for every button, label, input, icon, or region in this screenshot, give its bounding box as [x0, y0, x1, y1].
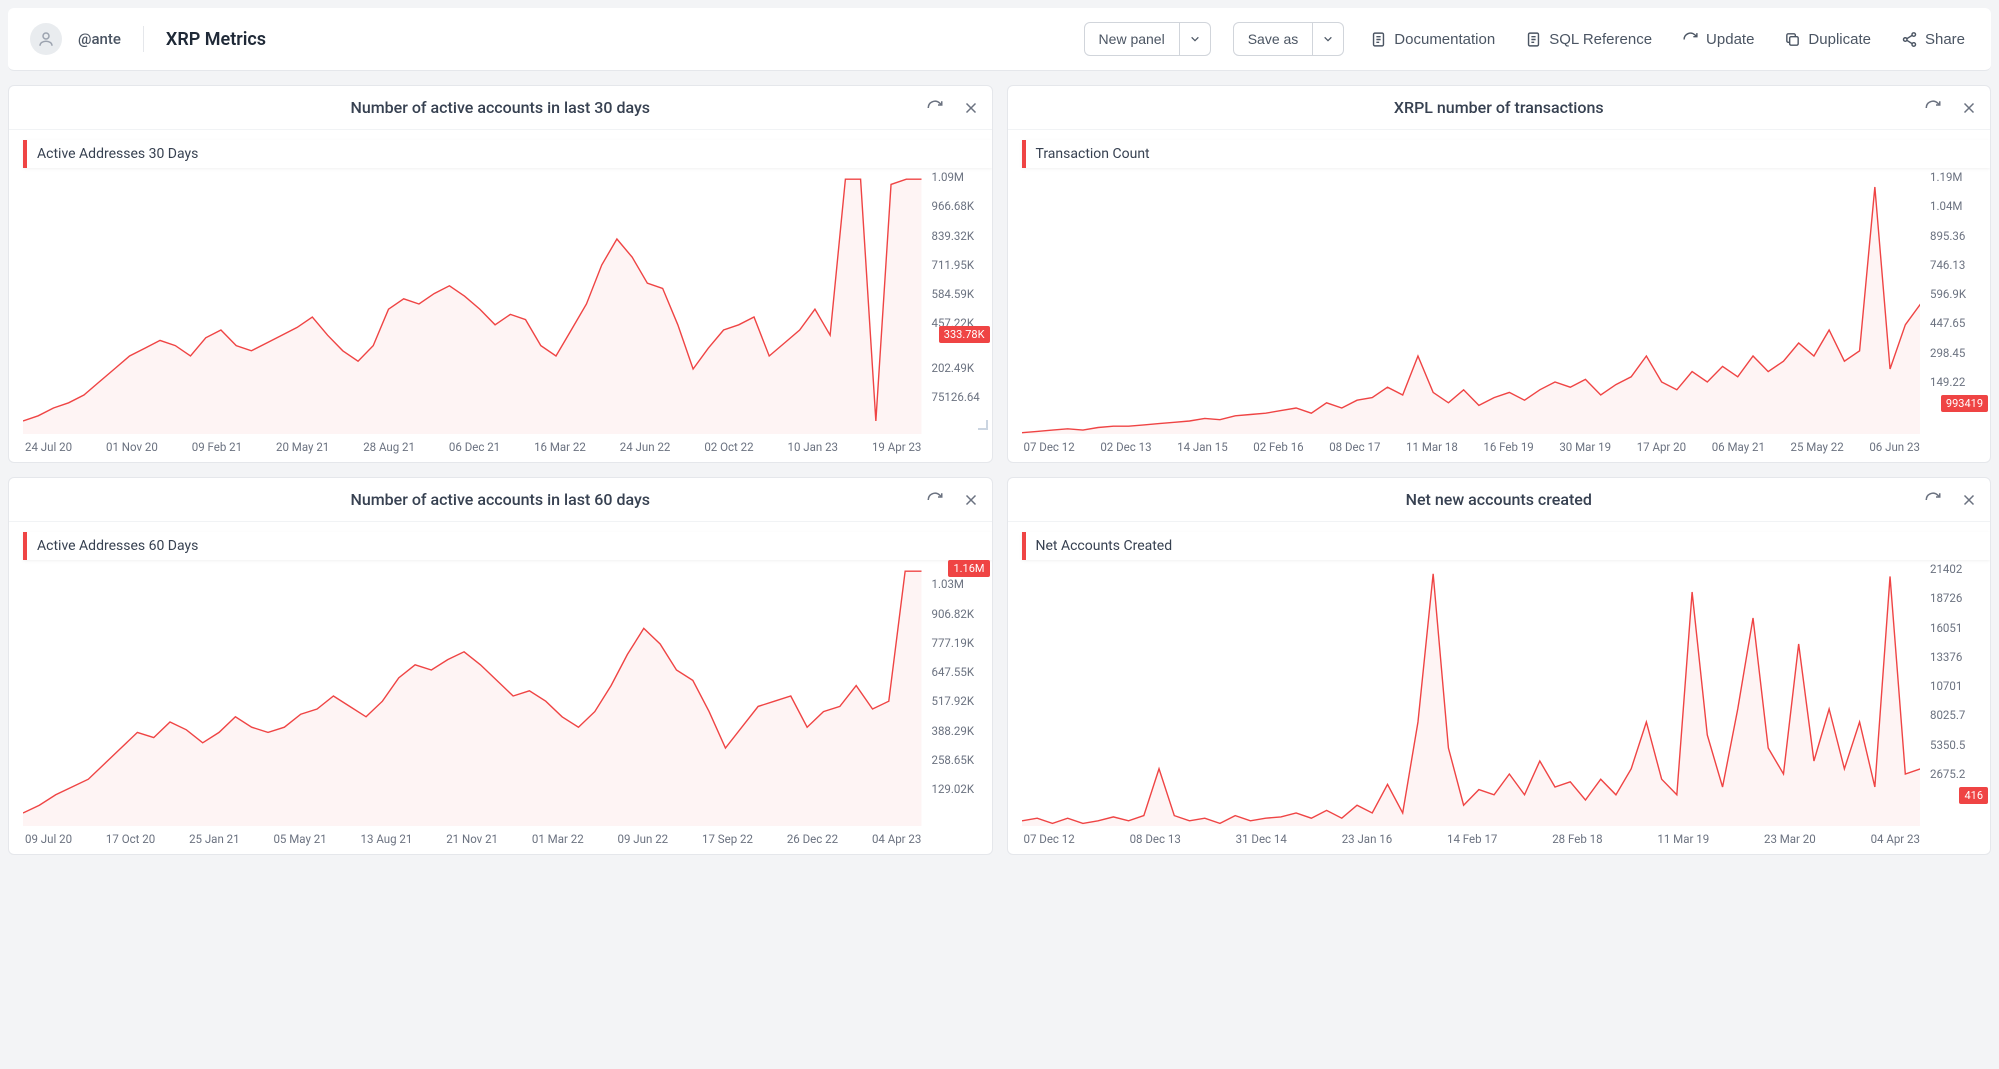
sql-reference-label: SQL Reference [1549, 31, 1652, 48]
close-icon [1960, 491, 1978, 509]
update-label: Update [1706, 31, 1754, 48]
series-legend: Active Addresses 60 Days [23, 532, 992, 560]
close-panel-button[interactable] [962, 491, 980, 509]
chart-area[interactable]: 21402187261605113376107018025.75350.5267… [1008, 560, 1991, 826]
chart-panel: XRPL number of transactions Transaction … [1007, 85, 1992, 463]
panel-title: Net new accounts created [1406, 490, 1592, 509]
documentation-link[interactable]: Documentation [1366, 25, 1499, 54]
panel-title: XRPL number of transactions [1394, 98, 1604, 117]
duplicate-label: Duplicate [1808, 31, 1871, 48]
panel-title: Number of active accounts in last 60 day… [350, 490, 650, 509]
app-header: @ante XRP Metrics New panel Save as Docu… [8, 8, 1991, 71]
new-panel-dropdown[interactable] [1180, 22, 1211, 56]
close-panel-button[interactable] [1960, 99, 1978, 117]
refresh-panel-button[interactable] [926, 99, 944, 117]
chart-panel: Number of active accounts in last 60 day… [8, 477, 993, 855]
resize-handle[interactable] [978, 420, 988, 430]
document-icon [1370, 31, 1387, 48]
panel-header: Number of active accounts in last 60 day… [9, 478, 992, 522]
refresh-icon [1924, 491, 1942, 509]
share-icon [1901, 31, 1918, 48]
current-value-badge: 993419 [1941, 395, 1988, 412]
series-legend: Transaction Count [1022, 140, 1991, 168]
share-label: Share [1925, 31, 1965, 48]
refresh-panel-button[interactable] [926, 491, 944, 509]
username[interactable]: @ante [78, 30, 121, 48]
chart-area[interactable]: 1.19M1.04M895.36746.13596.9K447.65298.45… [1008, 168, 1991, 434]
update-button[interactable]: Update [1678, 25, 1758, 54]
document-icon [1525, 31, 1542, 48]
refresh-panel-button[interactable] [1924, 491, 1942, 509]
chart-area[interactable]: 1.03M906.82K777.19K647.55K517.92K388.29K… [9, 560, 992, 826]
new-panel-button[interactable]: New panel [1084, 22, 1180, 56]
chart-panel: Number of active accounts in last 30 day… [8, 85, 993, 463]
chevron-down-icon [1323, 34, 1333, 44]
close-panel-button[interactable] [1960, 491, 1978, 509]
current-value-badge: 416 [1959, 787, 1988, 804]
save-as-dropdown[interactable] [1313, 22, 1344, 56]
sql-reference-link[interactable]: SQL Reference [1521, 25, 1656, 54]
x-axis-ticks: 07 Dec 1202 Dec 1314 Jan 1502 Feb 1608 D… [1008, 434, 1991, 462]
documentation-label: Documentation [1394, 31, 1495, 48]
refresh-panel-button[interactable] [1924, 99, 1942, 117]
user-avatar[interactable] [30, 23, 62, 55]
x-axis-ticks: 07 Dec 1208 Dec 1331 Dec 1423 Jan 1614 F… [1008, 826, 1991, 854]
chevron-down-icon [1190, 34, 1200, 44]
duplicate-button[interactable]: Duplicate [1780, 25, 1875, 54]
panel-header: Net new accounts created [1008, 478, 1991, 522]
save-as-button[interactable]: Save as [1233, 22, 1314, 56]
panel-header: Number of active accounts in last 30 day… [9, 86, 992, 130]
current-value-badge: 1.16M [948, 560, 989, 577]
x-axis-ticks: 09 Jul 2017 Oct 2025 Jan 2105 May 2113 A… [9, 826, 992, 854]
panel-header: XRPL number of transactions [1008, 86, 1991, 130]
y-axis-ticks: 1.19M1.04M895.36746.13596.9K447.65298.45… [1924, 168, 1990, 406]
refresh-icon [926, 99, 944, 117]
panels-grid: Number of active accounts in last 30 day… [0, 71, 1999, 863]
y-axis-ticks: 1.03M906.82K777.19K647.55K517.92K388.29K… [926, 560, 992, 798]
y-axis-ticks: 1.09M966.68K839.32K711.95K584.59K457.22K… [926, 168, 992, 406]
close-panel-button[interactable] [962, 99, 980, 117]
close-icon [1960, 99, 1978, 117]
y-axis-ticks: 21402187261605113376107018025.75350.5267… [1924, 560, 1990, 798]
panel-title: Number of active accounts in last 30 day… [350, 98, 650, 117]
series-legend: Active Addresses 30 Days [23, 140, 992, 168]
duplicate-icon [1784, 31, 1801, 48]
close-icon [962, 99, 980, 117]
share-button[interactable]: Share [1897, 25, 1969, 54]
close-icon [962, 491, 980, 509]
x-axis-ticks: 24 Jul 2001 Nov 2009 Feb 2120 May 2128 A… [9, 434, 992, 462]
divider [143, 26, 144, 52]
page-title: XRP Metrics [166, 29, 266, 50]
series-legend: Net Accounts Created [1022, 532, 1991, 560]
header-actions: New panel Save as Documentation SQL Refe… [1084, 22, 1969, 56]
refresh-icon [1682, 31, 1699, 48]
chart-area[interactable]: 1.09M966.68K839.32K711.95K584.59K457.22K… [9, 168, 992, 434]
current-value-badge: 333.78K [939, 326, 990, 343]
chart-panel: Net new accounts created Net Accounts Cr… [1007, 477, 1992, 855]
refresh-icon [926, 491, 944, 509]
refresh-icon [1924, 99, 1942, 117]
